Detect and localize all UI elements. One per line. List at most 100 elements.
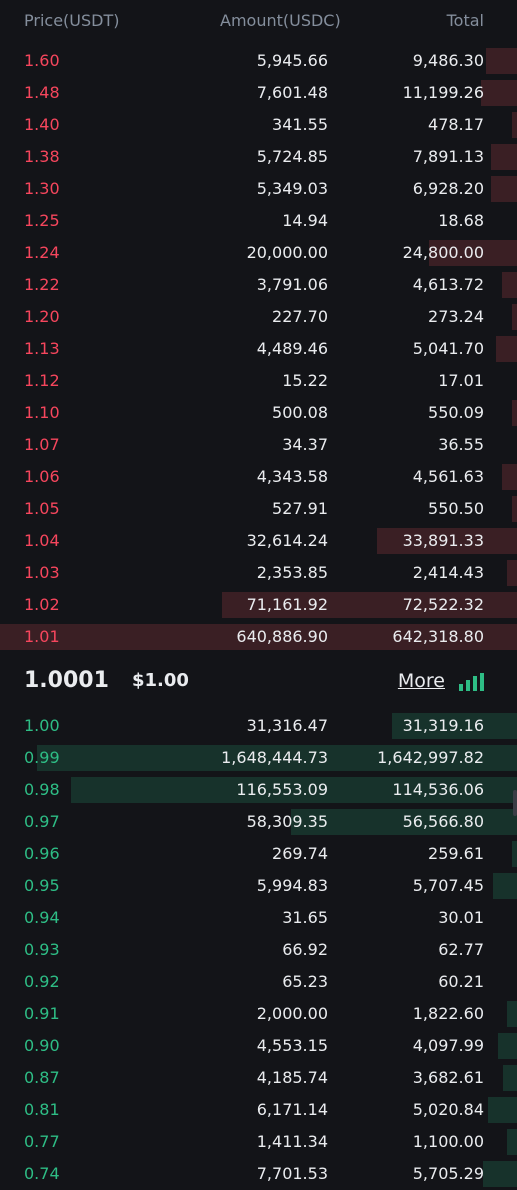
bid-row[interactable]: 0.9265.2360.21 [0,966,517,998]
bid-amount: 4,553.15 [257,1036,328,1055]
ask-row[interactable]: 1.134,489.465,041.70 [0,333,517,365]
ask-amount: 341.55 [272,115,328,134]
ask-row[interactable]: 1.1215.2217.01 [0,365,517,397]
ask-total: 478.17 [428,115,484,134]
bid-total: 1,822.60 [413,1004,484,1023]
bid-amount: 4,185.74 [257,1068,328,1087]
ask-depth-bar [481,80,517,106]
ask-price: 1.40 [24,115,60,134]
bid-row[interactable]: 0.9431.6530.01 [0,902,517,934]
ask-depth-bar [502,464,517,490]
bid-amount: 5,994.83 [257,876,328,895]
ask-price: 1.04 [24,531,60,550]
bid-price: 0.74 [24,1164,60,1183]
ask-row[interactable]: 1.305,349.036,928.20 [0,173,517,205]
ask-row[interactable]: 1.20227.70273.24 [0,301,517,333]
ask-price: 1.10 [24,403,60,422]
ask-amount: 4,489.46 [257,339,328,358]
bid-row[interactable]: 1.0031,316.4731,319.16 [0,710,517,742]
bid-row[interactable]: 0.95 5,994.83 5,707.45 [0,870,517,902]
bid-price: 0.95 [24,876,60,895]
bid-total: 31,319.16 [403,716,484,735]
ask-row[interactable]: 1.605,945.669,486.30 [0,45,517,77]
ask-total: 36.55 [438,435,484,454]
ask-row[interactable]: 1.0432,614.2433,891.33 [0,525,517,557]
bid-price: 0.98 [24,780,60,799]
ask-row[interactable]: 1.032,353.852,414.43 [0,557,517,589]
bid-row[interactable]: 0.74 7,701.53 5,705.29 [0,1158,517,1190]
amount-column-header: Amount(USDC) [220,11,341,30]
bid-total: 5,020.84 [413,1100,484,1119]
bid-row[interactable]: 0.9758,309.3556,566.80 [0,806,517,838]
bid-row[interactable]: 0.91 2,000.00 1,822.60 [0,998,517,1030]
bid-row[interactable]: 0.771,411.341,100.00 [0,1126,517,1158]
ask-row[interactable]: 1.0271,161.9272,522.32 [0,589,517,621]
bid-row[interactable]: 0.98116,553.09114,536.06 [0,774,517,806]
ask-amount: 3,791.06 [257,275,328,294]
ask-row[interactable]: 1.223,791.064,613.72 [0,269,517,301]
bid-price: 0.77 [24,1132,60,1151]
bid-row[interactable]: 0.904,553.154,097.99 [0,1030,517,1062]
bid-depth-bar [488,1097,517,1123]
ask-total: 4,613.72 [413,275,484,294]
ask-price: 1.30 [24,179,60,198]
ask-depth-bar [486,48,517,74]
ask-row[interactable]: 1.40 341.55 478.17 [0,109,517,141]
scrollbar[interactable] [513,790,517,816]
ask-depth-bar [512,304,517,330]
ask-row[interactable]: 1.385,724.857,891.13 [0,141,517,173]
mid-price-bar: 1.0001 $1.00 More [0,656,517,710]
bid-amount: 31,316.47 [247,716,328,735]
ask-price: 1.25 [24,211,60,230]
bid-total: 5,707.45 [413,876,484,895]
bid-total: 56,566.80 [403,812,484,831]
ask-amount: 5,349.03 [257,179,328,198]
more-link[interactable]: More [398,670,445,692]
bid-row[interactable]: 0.991,648,444.731,642,997.82 [0,742,517,774]
bid-amount: 1,648,444.73 [221,748,328,767]
bid-depth-bar [507,1129,517,1155]
bid-price: 0.93 [24,940,60,959]
bid-amount: 2,000.00 [257,1004,328,1023]
ask-amount: 20,000.00 [247,243,328,262]
ask-price: 1.06 [24,467,60,486]
ask-total: 550.50 [428,499,484,518]
bid-row[interactable]: 0.96269.74259.61 [0,838,517,870]
ask-price: 1.13 [24,339,60,358]
ask-total: 24,800.00 [403,243,484,262]
bid-total: 4,097.99 [413,1036,484,1055]
ask-total: 4,561.63 [413,467,484,486]
ask-amount: 227.70 [272,307,328,326]
ask-price: 1.01 [24,627,60,646]
ask-row[interactable]: 1.0734.3736.55 [0,429,517,461]
bid-total: 3,682.61 [413,1068,484,1087]
ask-amount: 14.94 [282,211,328,230]
bid-amount: 1,411.34 [257,1132,328,1151]
ask-row[interactable]: 1.487,601.4811,199.26 [0,77,517,109]
bid-total: 259.61 [428,844,484,863]
ask-depth-bar [491,176,517,202]
ask-row[interactable]: 1.2514.9418.68 [0,205,517,237]
ask-row[interactable]: 1.01640,886.90642,318.80 [0,621,517,653]
ask-price: 1.48 [24,83,60,102]
ask-row[interactable]: 1.2420,000.0024,800.00 [0,237,517,269]
ask-depth-bar [512,400,517,426]
bid-row[interactable]: 0.874,185.743,682.61 [0,1062,517,1094]
bid-price: 0.91 [24,1004,60,1023]
bid-row[interactable]: 0.816,171.145,020.84 [0,1094,517,1126]
bid-total: 5,705.29 [413,1164,484,1183]
bid-amount: 58,309.35 [247,812,328,831]
ask-row[interactable]: 1.064,343.584,561.63 [0,461,517,493]
depth-bars-icon[interactable] [459,673,485,691]
ask-price: 1.12 [24,371,60,390]
ask-amount: 5,945.66 [257,51,328,70]
bid-row[interactable]: 0.9366.9262.77 [0,934,517,966]
bid-amount: 66.92 [282,940,328,959]
bid-amount: 7,701.53 [257,1164,328,1183]
ask-row[interactable]: 1.10500.08550.09 [0,397,517,429]
ask-depth-bar [491,144,517,170]
ask-total: 7,891.13 [413,147,484,166]
ask-row[interactable]: 1.05527.91550.50 [0,493,517,525]
ask-amount: 500.08 [272,403,328,422]
usd-price: $1.00 [132,670,189,691]
